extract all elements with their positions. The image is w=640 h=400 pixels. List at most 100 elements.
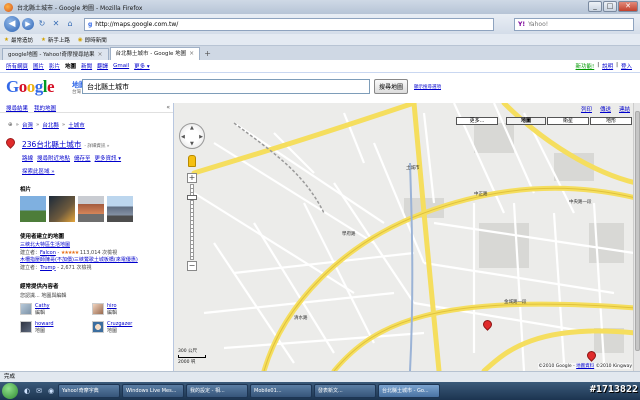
taskbar-item[interactable]: Yahoo!奇摩字典 (58, 384, 120, 398)
gnav-gmail[interactable]: Gmail (113, 63, 129, 69)
photo-thumbnail[interactable] (49, 196, 75, 222)
tab-google-maps[interactable]: 台北縣土城市 - Google 地圖 × (109, 47, 201, 60)
zoom-slider[interactable] (187, 184, 197, 260)
quicklaunch-icon[interactable]: ✉ (34, 386, 44, 396)
street-view-pegman-icon[interactable] (188, 155, 196, 167)
search-bar[interactable]: Y! (514, 17, 634, 31)
bookmark-item[interactable]: ◉ 即時新聞 (78, 36, 107, 44)
taskbar-item[interactable]: Windows Live Mes... (122, 384, 184, 398)
pan-up-icon[interactable]: ▲ (190, 125, 194, 131)
directions-link[interactable]: 路線 (22, 154, 33, 162)
tab-my-maps[interactable]: 我的地圖 (34, 104, 56, 112)
search-input[interactable] (528, 20, 619, 28)
zoom-in-button[interactable]: + (187, 173, 197, 183)
author-link[interactable]: Trump (40, 265, 56, 271)
crumb-taiwan[interactable]: 台灣 (22, 121, 33, 129)
pan-down-icon[interactable]: ▼ (190, 141, 194, 147)
search-options-link[interactable]: 顯示搜尋選項 (414, 84, 441, 90)
taskbar-item[interactable]: 我的設定 - 相... (186, 384, 248, 398)
map-type-satellite[interactable]: 衛星 (547, 117, 589, 125)
search-maps-button[interactable]: 搜尋地圖 (374, 79, 408, 94)
zoom-out-button[interactable]: − (187, 261, 197, 271)
quicklaunch-icon[interactable]: ◐ (22, 386, 32, 396)
zoom-slider-handle[interactable] (187, 195, 197, 200)
taskbar-item[interactable]: Mobile01... (250, 384, 312, 398)
link-link[interactable]: 連結 (619, 105, 630, 113)
print-link[interactable]: 列印 (581, 105, 592, 113)
map-label: 中央路一段 (569, 200, 592, 205)
stop-icon[interactable]: ✕ (50, 18, 62, 30)
send-link[interactable]: 傳送 (600, 105, 611, 113)
place-title-link[interactable]: 236台北縣土城市 (22, 139, 81, 150)
pan-left-icon[interactable]: ◀ (181, 134, 185, 140)
user-map-link[interactable]: 木柵指壓師陳哥(不加價)三峽鶯歌土城板橋(來電優惠) (20, 257, 138, 263)
avatar[interactable] (20, 321, 32, 333)
author-link[interactable]: Falcon (40, 250, 56, 256)
map-type-more[interactable]: 更多... (456, 117, 498, 125)
contributor-name[interactable]: Cathy (35, 303, 50, 309)
photo-thumbnail[interactable] (78, 196, 104, 222)
bookmark-item[interactable]: ★ 新手上路 (41, 36, 70, 44)
map-canvas[interactable]: 列印 傳送 連結 更多... 地圖 衛星 地形 ▲ ▼ ◀ ▶ + − 土城市 … (174, 103, 636, 371)
bookmark-item[interactable]: ★ 最常造訪 (4, 36, 33, 44)
gnav-news[interactable]: 新聞 (81, 62, 92, 70)
sign-in-link[interactable]: 登入 (621, 62, 632, 70)
contributor-name[interactable]: Cruzgazer (107, 321, 132, 327)
panel-subnav: 搜尋結果 我的地圖 « (0, 103, 173, 113)
region-label: 台灣 (72, 90, 81, 95)
details-link[interactable]: - 詳細資訊 » (84, 144, 109, 149)
collapse-panel-icon[interactable]: « (166, 104, 170, 111)
new-tab-button[interactable]: + (201, 48, 214, 60)
close-tab-icon[interactable]: × (189, 48, 194, 60)
help-link[interactable]: 說明 (602, 62, 613, 70)
quicklaunch-icon[interactable]: ◉ (46, 386, 56, 396)
tab-yahoo-search[interactable]: google地圖 - Yahoo!奇摩搜尋結果 × (2, 48, 109, 60)
maximize-button[interactable]: □ (603, 1, 617, 12)
minimize-button[interactable]: _ (588, 1, 602, 12)
taskbar-item[interactable]: 發表新文... (314, 384, 376, 398)
gnav-all[interactable]: 所有網頁 (6, 62, 28, 70)
pan-right-icon[interactable]: ▶ (199, 134, 203, 140)
photo-thumbnail[interactable] (107, 196, 133, 222)
url-input[interactable] (95, 20, 476, 28)
forward-button[interactable]: ▶ (22, 18, 34, 30)
home-icon[interactable]: ⌂ (64, 18, 76, 30)
taskbar-item[interactable]: 台北縣土城市 - Go... (378, 384, 440, 398)
contributor-name[interactable]: howard (35, 321, 54, 327)
map-type-terrain[interactable]: 地形 (590, 117, 632, 125)
google-logo[interactable]: Google (6, 77, 55, 97)
avatar[interactable] (20, 303, 32, 315)
more-info-link[interactable]: 更多資訊 ▾ (95, 154, 122, 162)
gnav-images[interactable]: 圖片 (33, 62, 44, 70)
explore-area-link[interactable]: 探索此區域 » (22, 167, 55, 175)
address-bar[interactable]: g (84, 17, 494, 31)
scrollbar-thumb[interactable] (635, 111, 640, 351)
pan-control[interactable]: ▲ ▼ ◀ ▶ (179, 123, 205, 149)
gnav-videos[interactable]: 影片 (49, 62, 60, 70)
reload-icon[interactable]: ↻ (36, 18, 48, 30)
avatar[interactable] (92, 303, 104, 315)
close-window-button[interactable]: ✕ (618, 1, 638, 12)
map-type-map[interactable]: 地圖 (506, 117, 546, 125)
whats-new-link[interactable]: 新功能! (576, 62, 595, 70)
crumb-county[interactable]: 台北縣 (42, 121, 59, 129)
contributor-name[interactable]: hiro (107, 303, 117, 309)
gnav-more[interactable]: 更多 ▾ (134, 62, 150, 70)
save-to-link[interactable]: 儲存至 (74, 154, 91, 162)
map-data-link[interactable]: 地圖資料 (576, 364, 594, 369)
back-button[interactable]: ◀ (4, 16, 20, 32)
search-header: Google 地圖 台灣 搜尋地圖 顯示搜尋選項 (0, 73, 640, 103)
vertical-scrollbar[interactable] (633, 103, 640, 371)
close-tab-icon[interactable]: × (98, 49, 103, 61)
gnav-translate[interactable]: 翻譯 (97, 62, 108, 70)
maps-search-input[interactable] (82, 79, 370, 94)
contributor: hiro 編輯 (92, 303, 164, 316)
tab-search-results[interactable]: 搜尋結果 (6, 104, 28, 112)
user-map-link[interactable]: 三峽北大特區生活地圖 (20, 242, 70, 248)
start-button[interactable] (2, 383, 18, 399)
search-nearby-link[interactable]: 搜尋附近地點 (37, 154, 70, 162)
avatar[interactable] (92, 321, 104, 333)
photo-thumbnail[interactable] (20, 196, 46, 222)
windows-taskbar: ◐ ✉ ◉ Yahoo!奇摩字典 Windows Live Mes... 我的設… (0, 382, 640, 400)
crumb-city[interactable]: 土城市 (68, 121, 85, 129)
